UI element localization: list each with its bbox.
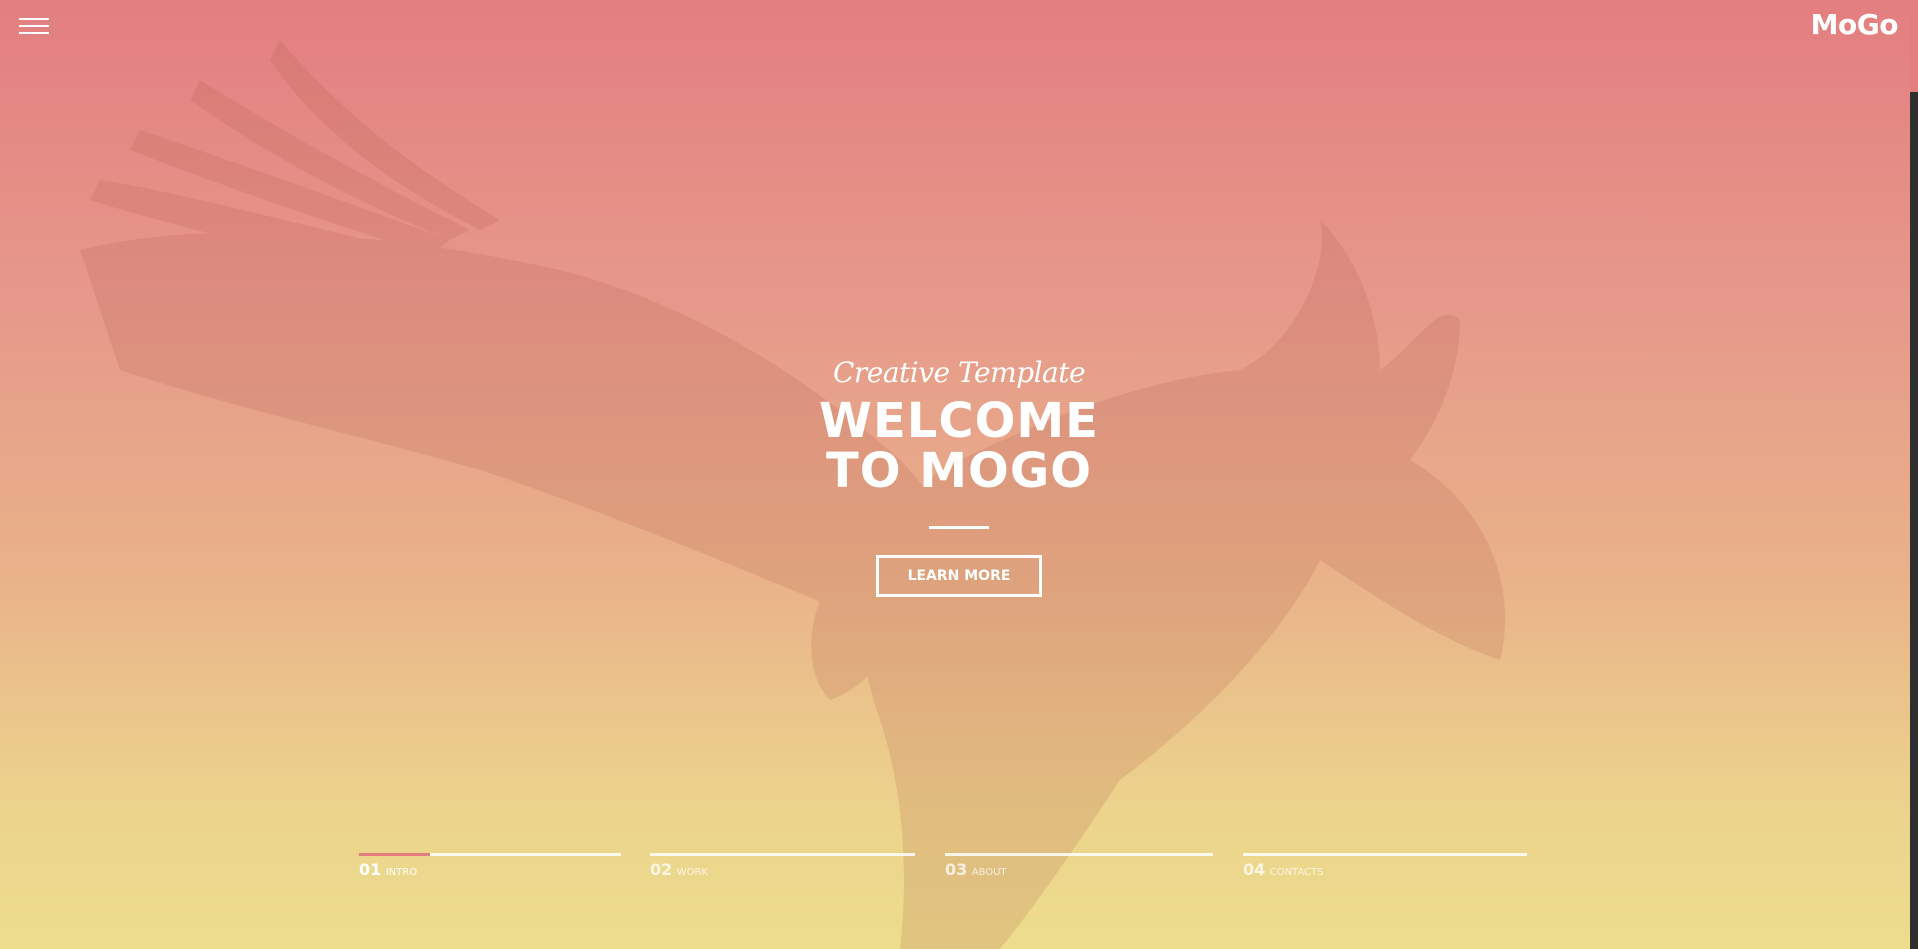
slider-item-number: 01 [359, 860, 382, 879]
slider-item-number: 02 [650, 860, 673, 879]
slider-item-name: INTRO [385, 867, 418, 878]
menu-line [19, 32, 49, 34]
slider-item-label: 02 WORK [650, 860, 708, 880]
site-logo[interactable]: MoGo [1811, 8, 1899, 41]
hero-title: WELCOME TO MOGO [0, 396, 1918, 496]
slider-progress-track [359, 853, 621, 856]
menu-line [19, 18, 49, 20]
slider-item-about[interactable]: 03 ABOUT [945, 853, 1213, 893]
hero-intro: Creative Template WELCOME TO MOGO LEARN … [0, 356, 1918, 597]
slider-item-contacts[interactable]: 04 CONTACTS [1243, 853, 1527, 893]
slider-progress-track [1243, 853, 1527, 856]
slider-item-label: 03 ABOUT [945, 860, 1007, 880]
slider-item-name: ABOUT [971, 867, 1007, 878]
slider-item-number: 03 [945, 860, 968, 879]
slider-item-label: 04 CONTACTS [1243, 860, 1324, 880]
slider-item-number: 04 [1243, 860, 1266, 879]
slider-item-name: WORK [676, 867, 708, 878]
slider-navigation: 01 INTRO 02 WORK 03 ABOUT 04 CONTACTS [0, 853, 1918, 893]
hero-subtitle: Creative Template [832, 356, 1086, 389]
slider-progress-track [650, 853, 915, 856]
slider-item-intro[interactable]: 01 INTRO [359, 853, 621, 893]
slider-item-label: 01 INTRO [359, 860, 417, 880]
slider-item-name: CONTACTS [1269, 867, 1324, 878]
hamburger-menu-icon[interactable] [19, 16, 49, 36]
hero-title-line2: TO MOGO [825, 443, 1093, 499]
menu-line [19, 25, 49, 27]
hero-page: MoGo Creative Template WELCOME TO MOGO L… [0, 0, 1918, 949]
learn-more-button[interactable]: LEARN MORE [875, 555, 1043, 597]
slider-item-work[interactable]: 02 WORK [650, 853, 915, 893]
slider-progress-track [945, 853, 1213, 856]
scrollbar-thumb[interactable] [1910, 0, 1918, 92]
hero-title-line1: WELCOME [819, 393, 1099, 449]
title-divider [929, 526, 989, 529]
slider-progress-fill [359, 853, 430, 856]
